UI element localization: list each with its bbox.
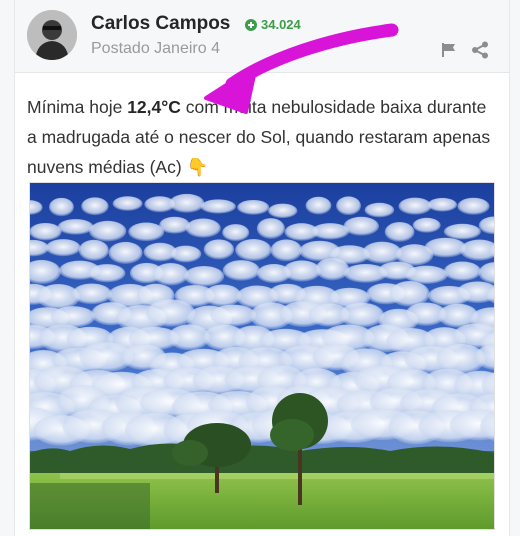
cloud-puff (364, 202, 395, 218)
cloud-puff (169, 193, 205, 213)
cloud-puff (457, 197, 490, 215)
sky-landscape-image (30, 183, 494, 529)
cloud-puff (336, 196, 361, 216)
post-date[interactable]: Postado Janeiro 4 (91, 40, 220, 58)
cloud-puff (203, 239, 235, 260)
cloud-puff (30, 222, 62, 241)
cloud-puff (424, 237, 467, 258)
temperature-value: 12,4°C (127, 97, 181, 117)
cloud-puff (237, 199, 270, 215)
cloud-puff (282, 260, 321, 282)
post-card: Carlos Campos 34.024 Postado Janeiro 4 M… (14, 0, 510, 536)
reputation-value: 34.024 (261, 17, 301, 32)
cloud-puff (268, 203, 298, 219)
cloud-puff (152, 262, 189, 286)
post-header: Carlos Campos 34.024 Postado Janeiro 4 (15, 0, 509, 73)
reputation-badge: 34.024 (245, 17, 301, 32)
cloud-puff (185, 218, 221, 238)
cloud-puff (159, 216, 190, 234)
cloud-puff (305, 196, 332, 215)
cloud-puff (112, 196, 143, 211)
cloud-puff (235, 239, 272, 261)
cloud-puff (88, 264, 126, 283)
plus-circle-icon (245, 18, 257, 31)
post-content: Mínima hoje 12,4°C com muita nebulosidad… (27, 92, 497, 182)
cloud-puff (270, 239, 303, 262)
cloud-puff (78, 239, 109, 261)
cloud-puff (412, 217, 441, 233)
cloud-puff (222, 260, 260, 281)
cloud-puff (50, 306, 96, 328)
share-icon[interactable] (471, 41, 489, 59)
cloud-puff (57, 219, 94, 235)
avatar[interactable] (27, 10, 77, 60)
cloud-puff (343, 216, 379, 236)
cloud-puff (311, 223, 350, 240)
cloud-puff (384, 222, 415, 242)
cloud-puff (45, 239, 81, 257)
cloud-puff (128, 222, 165, 242)
cloud-puff (81, 197, 109, 216)
cloud-puff (443, 261, 481, 282)
cloud-puff (398, 197, 432, 215)
cloud-puff (362, 241, 402, 264)
cloud-puff (89, 220, 127, 242)
cloud-puff (339, 302, 385, 328)
cloud-puff (203, 284, 242, 307)
cloud-puff (183, 266, 225, 287)
post-photo[interactable] (29, 182, 495, 530)
cloud-puff (200, 199, 236, 214)
cloud-puff (222, 224, 250, 242)
cloud-puff (48, 197, 74, 217)
cloud-puff (443, 223, 481, 240)
cloud-puff (209, 304, 257, 327)
post-text-start: Mínima hoje (27, 97, 128, 117)
cloud-puff (108, 241, 143, 264)
cloud-puff (170, 245, 202, 263)
cloud-puff (256, 218, 285, 239)
cloud-puff (315, 257, 350, 281)
author-name[interactable]: Carlos Campos (91, 13, 230, 35)
cloud-puff (71, 283, 112, 305)
cloud-puff (427, 197, 458, 212)
flag-icon[interactable] (441, 42, 457, 58)
